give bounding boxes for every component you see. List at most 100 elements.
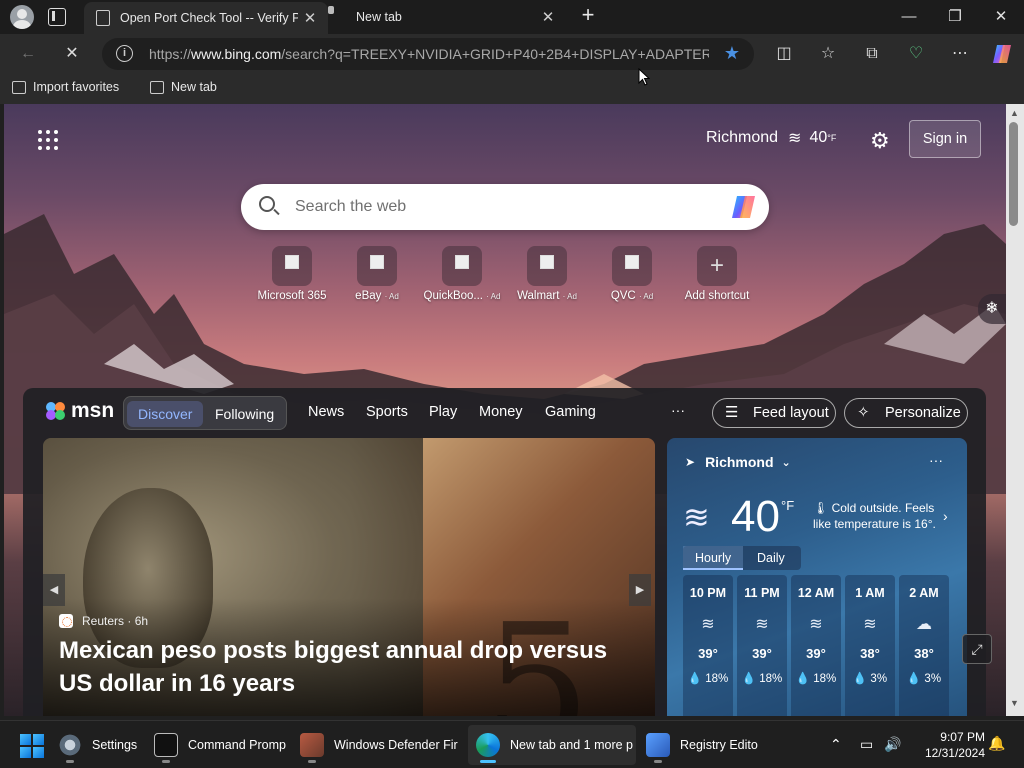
- back-button[interactable]: ←: [16, 42, 40, 66]
- running-indicator: [480, 760, 496, 763]
- scroll-thumb[interactable]: [1009, 122, 1018, 226]
- collections-icon[interactable]: ⧉: [860, 42, 884, 66]
- new-tab-button[interactable]: +: [576, 4, 600, 28]
- taskbar-app-windows-defender-firewall[interactable]: Windows Defender Fir: [300, 725, 462, 765]
- tab-new-tab[interactable]: New tab ✕: [328, 0, 566, 34]
- weather-more-icon[interactable]: ···: [929, 452, 943, 468]
- restore-button[interactable]: ❐: [932, 0, 978, 34]
- import-favorites-link[interactable]: Import favorites: [12, 80, 119, 94]
- favorite-star-icon[interactable]: ★: [724, 43, 740, 64]
- hourly-forecast[interactable]: 10 PM ≋ 39° 💧 18%: [683, 575, 733, 716]
- app-launcher-icon[interactable]: [38, 130, 58, 150]
- shortcut-ebay[interactable]: eBay · Ad: [335, 246, 419, 302]
- taskbar-app-registry-editor[interactable]: Registry Edito: [646, 725, 766, 765]
- address-bar[interactable]: i https://www.bing.com/search?q=TREEXY+N…: [102, 38, 754, 70]
- new-tab-favorite-link[interactable]: New tab: [150, 80, 217, 94]
- tab-actions-icon[interactable]: [48, 8, 66, 26]
- windows-start-icon[interactable]: [20, 734, 44, 758]
- shortcut-qvc[interactable]: QVC · Ad: [590, 246, 674, 302]
- carousel-next-button[interactable]: ▶: [629, 574, 651, 606]
- taskbar: Settings Command Promp Windows Defender …: [0, 720, 1024, 768]
- copilot-search-icon[interactable]: [729, 193, 759, 221]
- system-clock[interactable]: 9:07 PM 12/31/2024: [915, 729, 985, 761]
- feed-more-icon[interactable]: ···: [671, 402, 685, 418]
- article-source: Reuters · 6h: [59, 614, 148, 628]
- sign-in-button[interactable]: Sign in: [909, 120, 981, 158]
- thermometer-icon: 🌡: [813, 501, 829, 515]
- chevron-down-icon: ⌄: [781, 456, 791, 469]
- browser-essentials-icon[interactable]: ♡: [904, 42, 928, 66]
- feed-layout-button[interactable]: ☰ Feed layout: [712, 398, 836, 428]
- hourly-forecast[interactable]: 12 AM ≋ 39° 💧 18%: [791, 575, 841, 716]
- tab-discover[interactable]: Discover: [127, 401, 204, 427]
- browser-toolbar: ← ✕ i https://www.bing.com/search?q=TREE…: [0, 34, 1024, 74]
- tab-open-port-check[interactable]: Open Port Check Tool -- Verify Po ✕: [84, 2, 328, 34]
- add-shortcut-button[interactable]: + Add shortcut: [675, 246, 759, 302]
- fav-label: New tab: [171, 80, 217, 94]
- search-icon: [259, 196, 275, 212]
- page-settings-gear-icon[interactable]: ⚙: [870, 128, 890, 154]
- hourly-forecast[interactable]: 2 AM ☁ 38° 💧 3%: [899, 575, 949, 716]
- more-menu-icon[interactable]: ⋯: [948, 42, 972, 66]
- scroll-down-arrow-icon[interactable]: ▼: [1010, 698, 1019, 708]
- site-info-icon[interactable]: i: [116, 45, 133, 62]
- sidebar-weather-icon[interactable]: ❄: [978, 294, 1006, 324]
- tab-hourly[interactable]: Hourly: [683, 546, 744, 570]
- profile-avatar-icon[interactable]: [10, 5, 34, 29]
- weather-location-picker[interactable]: ➤ Richmond ⌄: [685, 454, 791, 470]
- clock-time: 9:07 PM: [940, 730, 985, 744]
- carousel-prev-button[interactable]: ◀: [43, 574, 65, 606]
- shortcut-label: Add shortcut: [684, 290, 750, 302]
- chevron-right-icon[interactable]: ›: [943, 508, 948, 524]
- nav-news[interactable]: News: [308, 404, 344, 420]
- notification-bell-icon[interactable]: 🔔: [988, 735, 1005, 752]
- tab-following[interactable]: Following: [204, 401, 285, 427]
- favorites-icon[interactable]: ☆: [816, 42, 840, 66]
- stop-loading-button[interactable]: ✕: [60, 42, 84, 66]
- clock-date: 12/31/2024: [924, 746, 985, 760]
- wind-icon: ≋: [755, 616, 769, 633]
- shortcut-microsoft-365[interactable]: Microsoft 365: [250, 246, 334, 302]
- expand-icon[interactable]: ⤢: [962, 634, 992, 664]
- hourly-forecast[interactable]: 1 AM ≋ 38° 💧 3%: [845, 575, 895, 716]
- temperature-label: 40: [809, 129, 828, 146]
- close-window-button[interactable]: ✕: [978, 0, 1024, 34]
- shortcut-label: QuickBoo... · Ad: [423, 290, 501, 302]
- taskbar-app-command-prompt[interactable]: Command Promp: [154, 725, 294, 765]
- personalize-button[interactable]: ✧ Personalize: [844, 398, 968, 428]
- nav-play[interactable]: Play: [429, 404, 457, 420]
- page-weather-widget[interactable]: Richmond ≋ 40 °F: [706, 128, 836, 148]
- feed-segment-control: Discover Following: [123, 396, 287, 430]
- tab-close-icon[interactable]: ✕: [298, 9, 322, 27]
- nav-money[interactable]: Money: [479, 404, 523, 420]
- nav-sports[interactable]: Sports: [366, 404, 408, 420]
- shortcut-walmart[interactable]: Walmart · Ad: [505, 246, 589, 302]
- shortcut-tile: [442, 246, 482, 286]
- hourly-forecast[interactable]: 11 PM ≋ 39° 💧 18%: [737, 575, 787, 716]
- copilot-icon[interactable]: [990, 42, 1014, 66]
- article-headline[interactable]: Mexican peso posts biggest annual drop v…: [59, 634, 629, 700]
- split-screen-icon[interactable]: ◫: [772, 42, 796, 66]
- tab-daily[interactable]: Daily: [745, 546, 797, 570]
- cloud-icon: ☁: [916, 616, 932, 633]
- minimize-button[interactable]: —: [886, 0, 932, 34]
- msn-logo[interactable]: msn: [45, 399, 114, 423]
- network-icon[interactable]: ▭: [860, 736, 873, 753]
- tray-overflow-chevron-icon[interactable]: ⌃: [830, 736, 842, 753]
- nav-gaming[interactable]: Gaming: [545, 404, 596, 420]
- weather-temperature: 40: [731, 492, 780, 541]
- search-input[interactable]: [295, 195, 715, 219]
- taskbar-app-settings[interactable]: Settings: [58, 725, 152, 765]
- scroll-up-arrow-icon[interactable]: ▲: [1010, 108, 1019, 118]
- shortcut-label: Microsoft 365: [257, 290, 327, 302]
- taskbar-app-edge[interactable]: New tab and 1 more p: [468, 725, 636, 765]
- url-text[interactable]: https://www.bing.com/search?q=TREEXY+NVI…: [149, 46, 709, 62]
- shortcut-quickbooks[interactable]: QuickBoo... · Ad: [420, 246, 504, 302]
- tab-close-icon[interactable]: ✕: [536, 8, 560, 26]
- weather-card[interactable]: ➤ Richmond ⌄ ··· ≋ 40 °F 🌡 Cold outside.…: [667, 438, 967, 716]
- hero-article-card[interactable]: 5 ◀ ▶ Reuters · 6h Mexican peso posts bi…: [43, 438, 655, 716]
- volume-icon[interactable]: 🔊: [884, 736, 901, 753]
- shortcut-label: QVC · Ad: [610, 290, 654, 302]
- broken-image-icon: [370, 255, 384, 269]
- title-bar: Open Port Check Tool -- Verify Po ✕ New …: [0, 0, 1024, 34]
